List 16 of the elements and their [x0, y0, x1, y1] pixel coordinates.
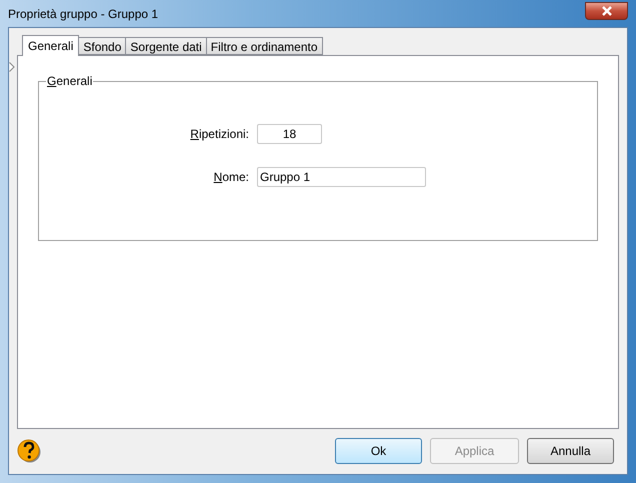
- expand-arrow-icon[interactable]: [9, 62, 15, 72]
- tab[interactable]: Sfondo: [79, 37, 126, 55]
- tab[interactable]: Filtro e ordinamento: [206, 37, 323, 55]
- tab[interactable]: Generali: [22, 35, 80, 56]
- tab[interactable]: Sorgente dati: [126, 37, 207, 55]
- dialog-button[interactable]: Ok: [335, 438, 422, 464]
- input-field[interactable]: Gruppo 1: [257, 167, 426, 187]
- input-field[interactable]: 18: [257, 124, 322, 144]
- field-label: Ripetizioni:: [189, 126, 250, 143]
- close-icon: [600, 6, 612, 16]
- close-button[interactable]: [585, 2, 628, 20]
- dialog-button[interactable]: Annulla: [527, 438, 614, 464]
- help-icon[interactable]: [17, 438, 41, 464]
- window-title: Proprietà gruppo - Gruppo 1: [8, 6, 158, 23]
- field-label: Nome:: [212, 169, 250, 186]
- group-title: Generali: [46, 73, 94, 89]
